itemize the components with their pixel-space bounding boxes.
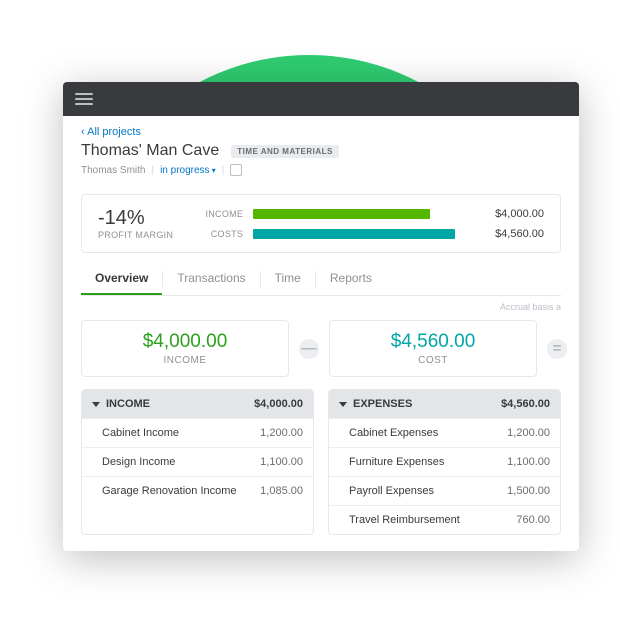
tabs: Overview Transactions Time Reports xyxy=(81,263,561,296)
list-item[interactable]: Travel Reimbursement 760.00 xyxy=(329,505,560,534)
project-header: ‹ All projects Thomas' Man Cave TIME AND… xyxy=(63,116,579,184)
divider: | xyxy=(151,165,154,176)
expense-list-header[interactable]: EXPENSES $4,560.00 xyxy=(329,390,560,418)
hamburger-icon[interactable] xyxy=(75,93,93,105)
project-type-tag: TIME AND MATERIALS xyxy=(231,145,339,158)
cost-bar-label: COSTS xyxy=(193,229,243,239)
list-item-value: 1,085.00 xyxy=(260,485,303,497)
caret-down-icon xyxy=(339,402,347,407)
app-window: ‹ All projects Thomas' Man Cave TIME AND… xyxy=(63,82,579,551)
status-dropdown[interactable]: in progress xyxy=(160,165,216,176)
income-card: $4,000.00 INCOME xyxy=(81,320,289,377)
list-item-label: Design Income xyxy=(102,456,175,468)
profit-margin-value: -14% xyxy=(98,207,173,230)
list-item[interactable]: Furniture Expenses 1,100.00 xyxy=(329,447,560,476)
divider: | xyxy=(222,165,225,176)
list-item-label: Cabinet Expenses xyxy=(349,427,438,439)
list-item-value: 1,100.00 xyxy=(260,456,303,468)
income-list: INCOME $4,000.00 Cabinet Income 1,200.00 D… xyxy=(81,389,314,535)
accrual-basis-label: Accrual basis a xyxy=(63,296,579,312)
list-item[interactable]: Cabinet Expenses 1,200.00 xyxy=(329,418,560,447)
equals-icon: = xyxy=(545,337,569,361)
back-link[interactable]: ‹ All projects xyxy=(81,126,561,138)
list-item-label: Travel Reimbursement xyxy=(349,514,460,526)
cost-card-label: COST xyxy=(330,355,536,366)
tab-reports[interactable]: Reports xyxy=(316,263,386,295)
list-item-value: 1,100.00 xyxy=(507,456,550,468)
breakdown-lists: INCOME $4,000.00 Cabinet Income 1,200.00 D… xyxy=(81,389,561,535)
minus-icon: — xyxy=(297,337,321,361)
income-bar-value: $4,000.00 xyxy=(476,208,544,220)
list-item-value: 1,200.00 xyxy=(507,427,550,439)
income-rows: Cabinet Income 1,200.00 Design Income 1,100… xyxy=(82,418,313,505)
income-bar xyxy=(253,209,430,219)
list-item-label: Garage Renovation Income xyxy=(102,485,237,497)
list-item-value: 760.00 xyxy=(516,514,550,526)
customer-name: Thomas Smith xyxy=(81,165,145,176)
list-item[interactable]: Payroll Expenses 1,500.00 xyxy=(329,476,560,505)
tab-time[interactable]: Time xyxy=(261,263,315,295)
profit-margin-label: PROFIT MARGIN xyxy=(98,230,173,240)
list-item[interactable]: Garage Renovation Income 1,085.00 xyxy=(82,476,313,505)
income-card-label: INCOME xyxy=(82,355,288,366)
note-icon[interactable] xyxy=(230,164,242,176)
cost-bar-value: $4,560.00 xyxy=(476,228,544,240)
income-list-total: $4,000.00 xyxy=(254,398,303,410)
list-item-label: Furniture Expenses xyxy=(349,456,444,468)
tab-transactions[interactable]: Transactions xyxy=(163,263,259,295)
list-item[interactable]: Design Income 1,100.00 xyxy=(82,447,313,476)
list-item-label: Cabinet Income xyxy=(102,427,179,439)
cost-bar xyxy=(253,229,455,239)
income-bar-label: INCOME xyxy=(193,209,243,219)
cost-card: $4,560.00 COST xyxy=(329,320,537,377)
tab-overview[interactable]: Overview xyxy=(81,263,162,295)
income-amount: $4,000.00 xyxy=(82,331,288,353)
metrics-panel: -14% PROFIT MARGIN INCOME $4,000.00 COST… xyxy=(81,194,561,253)
summary-row: $4,000.00 INCOME — $4,560.00 COST = xyxy=(81,320,561,377)
expense-list: EXPENSES $4,560.00 Cabinet Expenses 1,200… xyxy=(328,389,561,535)
expense-rows: Cabinet Expenses 1,200.00 Furniture Expens… xyxy=(329,418,560,534)
list-item-label: Payroll Expenses xyxy=(349,485,434,497)
list-item-value: 1,500.00 xyxy=(507,485,550,497)
cost-amount: $4,560.00 xyxy=(330,331,536,353)
caret-down-icon xyxy=(92,402,100,407)
income-list-header[interactable]: INCOME $4,000.00 xyxy=(82,390,313,418)
list-item-value: 1,200.00 xyxy=(260,427,303,439)
expense-list-total: $4,560.00 xyxy=(501,398,550,410)
list-item[interactable]: Cabinet Income 1,200.00 xyxy=(82,418,313,447)
topbar xyxy=(63,82,579,116)
project-title: Thomas' Man Cave xyxy=(81,142,219,160)
